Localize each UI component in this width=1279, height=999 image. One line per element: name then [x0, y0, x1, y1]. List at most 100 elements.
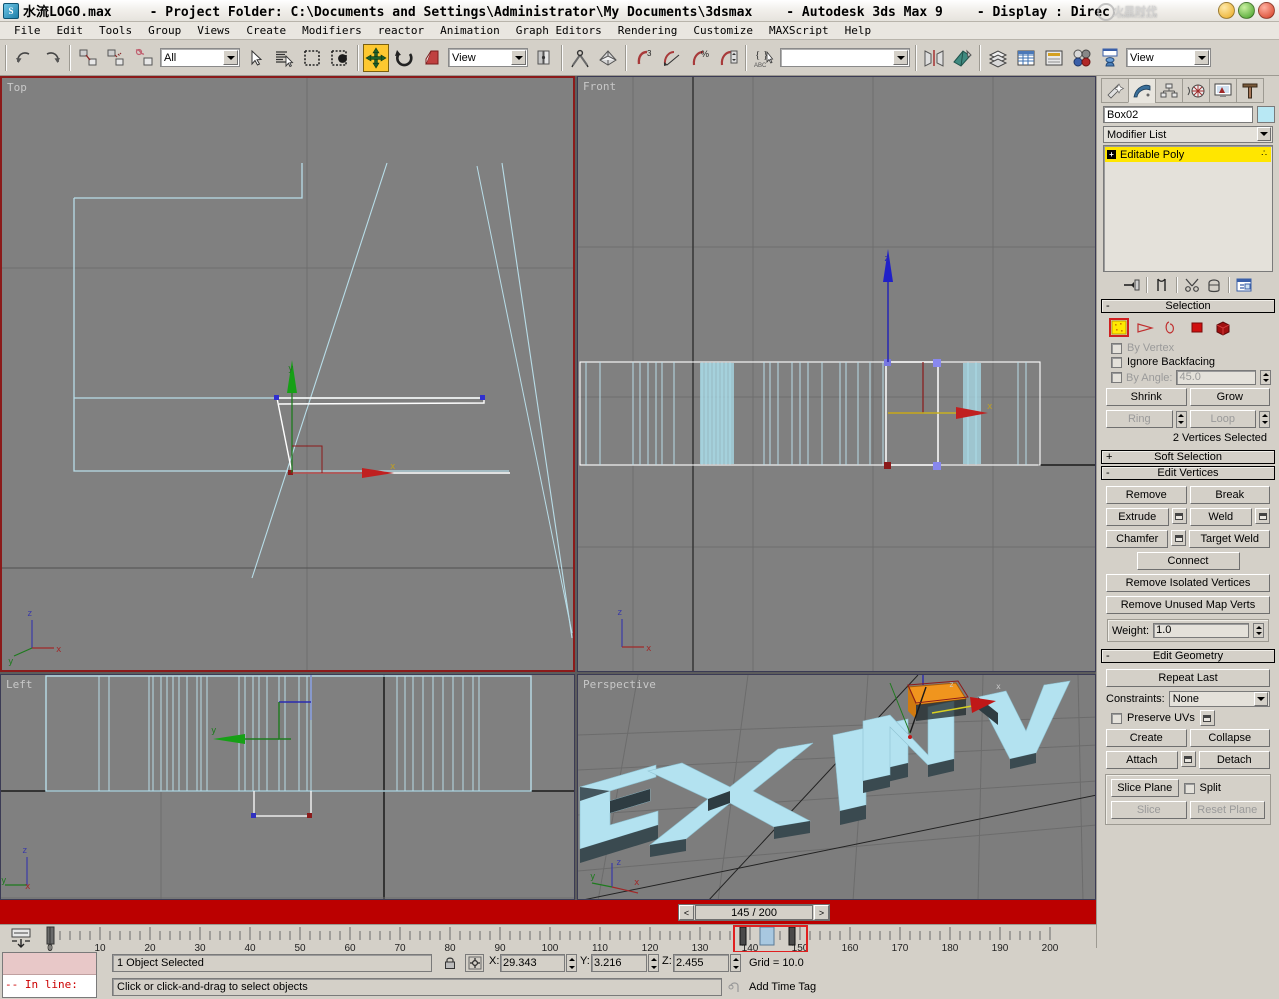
slice-plane-button[interactable]: Slice Plane: [1111, 779, 1179, 797]
weight-field[interactable]: 1.0: [1153, 623, 1249, 638]
chevron-down-icon[interactable]: [1254, 692, 1268, 706]
weld-button[interactable]: Weld: [1190, 508, 1253, 526]
make-unique-icon[interactable]: [1181, 275, 1203, 295]
named-selection-sets-combo[interactable]: [780, 48, 910, 67]
reset-plane-button[interactable]: Reset Plane: [1190, 801, 1266, 819]
loop-button[interactable]: Loop: [1190, 410, 1257, 428]
viewport-perspective[interactable]: Perspective: [577, 674, 1096, 900]
select-and-link-button[interactable]: [75, 44, 101, 72]
unlink-selection-button[interactable]: [103, 44, 129, 72]
chamfer-button[interactable]: Chamfer: [1106, 530, 1168, 548]
collapse-button[interactable]: Collapse: [1190, 729, 1271, 747]
open-mini-curve-editor-icon[interactable]: [10, 927, 34, 951]
undo-button[interactable]: [11, 44, 37, 72]
command-tab-motion[interactable]: [1182, 78, 1210, 103]
ring-spinner[interactable]: [1176, 411, 1187, 428]
menu-tools[interactable]: Tools: [91, 24, 140, 37]
edit-named-selection-sets-button[interactable]: { }ABC: [751, 44, 777, 72]
track-bar[interactable]: [0, 900, 1096, 924]
object-color-swatch[interactable]: [1257, 106, 1275, 123]
z-coordinate-field[interactable]: 2.455: [673, 954, 729, 972]
selection-filter-combo[interactable]: All: [160, 48, 240, 67]
connect-button[interactable]: Connect: [1137, 552, 1240, 570]
lock-selection-icon[interactable]: [440, 954, 460, 972]
target-weld-button[interactable]: Target Weld: [1189, 530, 1270, 548]
remove-unused-map-verts-button[interactable]: Remove Unused Map Verts: [1106, 596, 1270, 614]
attach-button[interactable]: Attach: [1106, 751, 1178, 769]
previous-key-button[interactable]: <: [679, 905, 694, 920]
configure-modifier-sets-icon[interactable]: [1233, 275, 1255, 295]
object-name-field[interactable]: Box02: [1103, 106, 1253, 123]
pin-stack-icon[interactable]: [1121, 275, 1143, 295]
constraints-dropdown[interactable]: None: [1169, 691, 1270, 707]
extrude-settings-button[interactable]: [1172, 508, 1187, 524]
close-button[interactable]: [1258, 2, 1275, 19]
slice-button[interactable]: Slice: [1111, 801, 1187, 819]
select-and-move-button[interactable]: [363, 44, 389, 72]
snap-lock-icon[interactable]: [723, 978, 745, 996]
select-and-scale-button[interactable]: [419, 44, 445, 72]
chevron-down-icon[interactable]: [1194, 50, 1209, 65]
y-coordinate-field[interactable]: 3.216: [591, 954, 647, 972]
x-spinner[interactable]: [566, 954, 577, 972]
chevron-down-icon[interactable]: [223, 50, 238, 65]
chevron-down-icon[interactable]: [893, 50, 908, 65]
viewport-left[interactable]: Left: [0, 674, 575, 900]
weight-spinner[interactable]: [1253, 623, 1264, 638]
align-button[interactable]: [949, 44, 975, 72]
sub-object-edge-button[interactable]: [1135, 318, 1155, 337]
detach-button[interactable]: Detach: [1199, 751, 1271, 769]
select-and-rotate-button[interactable]: [391, 44, 417, 72]
by-angle-row[interactable]: By Angle: 45.0: [1103, 369, 1273, 386]
curve-editor-button[interactable]: [1013, 44, 1039, 72]
maximize-button[interactable]: [1238, 2, 1255, 19]
next-key-button[interactable]: >: [814, 905, 829, 920]
maxscript-mini-listener[interactable]: -- In line:: [2, 952, 97, 998]
render-type-combo[interactable]: View: [1126, 48, 1211, 67]
chevron-down-icon[interactable]: [511, 50, 526, 65]
y-spinner[interactable]: [648, 954, 659, 972]
listener-output-pane[interactable]: [3, 953, 96, 975]
menu-maxscript[interactable]: MAXScript: [761, 24, 837, 37]
menu-graph-editors[interactable]: Graph Editors: [508, 24, 610, 37]
redo-button[interactable]: [39, 44, 65, 72]
repeat-last-button[interactable]: Repeat Last: [1106, 669, 1270, 687]
command-tab-utilities[interactable]: [1236, 78, 1264, 103]
attach-settings-button[interactable]: [1181, 751, 1196, 767]
expand-icon[interactable]: +: [1107, 150, 1116, 159]
rollout-edit-geometry-header[interactable]: - Edit Geometry: [1101, 649, 1275, 663]
modifier-list-dropdown[interactable]: Modifier List: [1103, 126, 1273, 143]
menu-create[interactable]: Create: [238, 24, 294, 37]
weld-settings-button[interactable]: [1255, 508, 1270, 524]
percent-snap-toggle-button[interactable]: [659, 44, 685, 72]
select-object-button[interactable]: [243, 44, 269, 72]
sub-object-border-button[interactable]: [1161, 318, 1181, 337]
by-angle-spinner[interactable]: [1260, 370, 1271, 385]
window-crossing-toggle-button[interactable]: [327, 44, 353, 72]
menu-animation[interactable]: Animation: [432, 24, 508, 37]
ignore-backfacing-checkbox[interactable]: [1111, 357, 1122, 368]
show-end-result-icon[interactable]: [1151, 275, 1173, 295]
material-editor-button[interactable]: [1069, 44, 1095, 72]
spinner-snap-toggle-button[interactable]: [715, 44, 741, 72]
extrude-button[interactable]: Extrude: [1106, 508, 1169, 526]
shrink-button[interactable]: Shrink: [1106, 388, 1187, 406]
menu-modifiers[interactable]: Modifiers: [294, 24, 370, 37]
sub-object-vertex-button[interactable]: [1109, 318, 1129, 337]
angle-snap-toggle-button[interactable]: 3: [631, 44, 657, 72]
use-pivot-point-center-button[interactable]: [531, 44, 557, 72]
menu-file[interactable]: File: [6, 24, 49, 37]
menu-views[interactable]: Views: [189, 24, 238, 37]
rectangular-selection-region-button[interactable]: [299, 44, 325, 72]
menu-reactor[interactable]: reactor: [370, 24, 432, 37]
time-slider-ruler[interactable]: 0102030405060708090100110120130140150160…: [0, 924, 1096, 954]
by-vertex-row[interactable]: By Vertex: [1103, 341, 1273, 355]
menu-group[interactable]: Group: [140, 24, 189, 37]
split-checkbox[interactable]: [1184, 783, 1195, 794]
render-setup-button[interactable]: [1097, 44, 1123, 72]
sub-object-element-button[interactable]: [1213, 318, 1233, 337]
remove-modifier-icon[interactable]: [1203, 275, 1225, 295]
sub-object-polygon-button[interactable]: [1187, 318, 1207, 337]
snaps-toggle-button[interactable]: [567, 44, 593, 72]
bind-space-warp-button[interactable]: [131, 44, 157, 72]
